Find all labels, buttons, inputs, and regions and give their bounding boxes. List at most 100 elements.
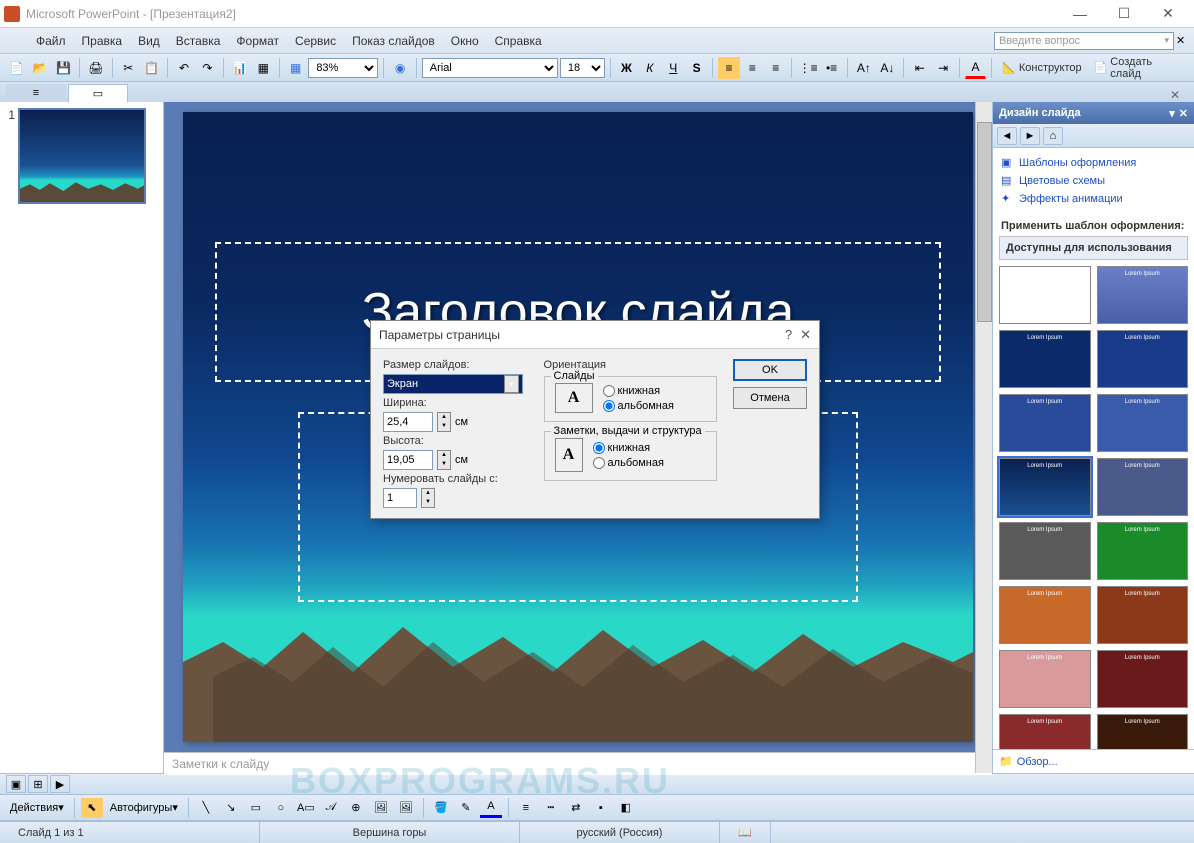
- italic-button[interactable]: К: [639, 57, 660, 79]
- 3d-style-button[interactable]: ◧: [615, 798, 637, 818]
- height-input[interactable]: [383, 450, 433, 470]
- height-spinner[interactable]: ▲▼: [437, 450, 451, 470]
- templates-link[interactable]: ▣Шаблоны оформления: [1001, 154, 1186, 172]
- increase-font-button[interactable]: A↑: [853, 57, 874, 79]
- template-thumb[interactable]: Lorem Ipsum: [999, 394, 1091, 452]
- menu-help[interactable]: Справка: [487, 31, 550, 51]
- slideshow-view-button[interactable]: ▶: [50, 775, 70, 793]
- slides-portrait-radio[interactable]: книжная: [603, 385, 674, 397]
- number-from-input[interactable]: [383, 488, 417, 508]
- clipart-button[interactable]: 🖼: [370, 798, 392, 818]
- template-thumb[interactable]: Lorem Ipsum: [1097, 394, 1189, 452]
- minimize-button[interactable]: —: [1058, 0, 1102, 28]
- sorter-view-button[interactable]: ⊞: [28, 775, 48, 793]
- line-style-button[interactable]: ≡: [515, 798, 537, 818]
- task-home-button[interactable]: ⌂: [1043, 127, 1063, 145]
- grid-button[interactable]: ▦: [285, 57, 306, 79]
- size-select[interactable]: Экран ▾: [383, 374, 523, 394]
- bullets-button[interactable]: •≡: [821, 57, 842, 79]
- picture-button[interactable]: 🖼: [395, 798, 417, 818]
- template-thumb[interactable]: Lorem Ipsum: [999, 586, 1091, 644]
- slide-thumbnail-1[interactable]: [18, 108, 146, 204]
- print-button[interactable]: 🖨: [85, 57, 106, 79]
- color-schemes-link[interactable]: ▤Цветовые схемы: [1001, 172, 1186, 190]
- arrow-style-button[interactable]: ⇄: [565, 798, 587, 818]
- vertical-scrollbar[interactable]: [975, 102, 992, 773]
- autoshapes-button[interactable]: Автофигуры ▾: [106, 801, 182, 814]
- tab-close[interactable]: ✕: [1170, 88, 1188, 102]
- menu-file[interactable]: Файл: [28, 31, 74, 51]
- rectangle-button[interactable]: ▭: [245, 798, 267, 818]
- dialog-close-button[interactable]: ✕: [800, 327, 811, 343]
- task-dropdown-icon[interactable]: ▾: [1169, 107, 1175, 120]
- template-thumb[interactable]: Lorem Ipsum: [1097, 458, 1189, 516]
- close-button[interactable]: ✕: [1146, 0, 1190, 28]
- oval-button[interactable]: ○: [270, 798, 292, 818]
- ok-button[interactable]: OK: [733, 359, 807, 381]
- align-right-button[interactable]: ≡: [765, 57, 786, 79]
- menu-format[interactable]: Формат: [228, 31, 287, 51]
- align-center-button[interactable]: ≡: [742, 57, 763, 79]
- shadow-button[interactable]: S: [686, 57, 707, 79]
- numbering-button[interactable]: ⋮≡: [797, 57, 818, 79]
- outline-tab[interactable]: ≡: [6, 84, 66, 102]
- maximize-button[interactable]: ☐: [1102, 0, 1146, 28]
- help-search-box[interactable]: Введите вопрос ▾: [994, 32, 1174, 50]
- fill-color-button[interactable]: 🪣: [430, 798, 452, 818]
- template-thumb[interactable]: Lorem Ipsum: [1097, 522, 1189, 580]
- shadow-style-button[interactable]: ▪: [590, 798, 612, 818]
- textbox-button[interactable]: A▭: [295, 798, 317, 818]
- save-button[interactable]: 💾: [53, 57, 74, 79]
- template-thumb[interactable]: Lorem Ipsum: [1097, 714, 1189, 749]
- dialog-help-button[interactable]: ?: [785, 327, 792, 343]
- width-input[interactable]: [383, 412, 433, 432]
- select-button[interactable]: ⬉: [81, 798, 103, 818]
- actions-button[interactable]: Действия ▾: [6, 801, 68, 814]
- table-button[interactable]: ▦: [253, 57, 274, 79]
- underline-button[interactable]: Ч: [662, 57, 683, 79]
- new-slide-button[interactable]: 📄 Создать слайд: [1089, 57, 1188, 79]
- task-back-button[interactable]: ◄: [997, 127, 1017, 145]
- undo-button[interactable]: ↶: [173, 57, 194, 79]
- animation-link[interactable]: ✦Эффекты анимации: [1001, 190, 1186, 208]
- template-thumb[interactable]: Lorem Ipsum: [1097, 266, 1189, 324]
- template-thumb[interactable]: Lorem Ipsum: [999, 714, 1091, 749]
- notes-area[interactable]: Заметки к слайду: [164, 752, 992, 775]
- increase-indent-button[interactable]: ⇥: [932, 57, 953, 79]
- menu-view[interactable]: Вид: [130, 31, 168, 51]
- width-spinner[interactable]: ▲▼: [437, 412, 451, 432]
- cancel-button[interactable]: Отмена: [733, 387, 807, 409]
- decrease-font-button[interactable]: A↓: [877, 57, 898, 79]
- help-box-close[interactable]: ✕: [1176, 34, 1190, 47]
- template-thumb[interactable]: Lorem Ipsum: [999, 522, 1091, 580]
- template-thumb[interactable]: Lorem Ipsum: [1097, 586, 1189, 644]
- menu-slideshow[interactable]: Показ слайдов: [344, 31, 443, 51]
- font-select[interactable]: Arial: [422, 58, 558, 78]
- designer-button[interactable]: 📐 Конструктор: [997, 57, 1086, 79]
- menu-window[interactable]: Окно: [443, 31, 487, 51]
- slides-tab[interactable]: ▭: [68, 84, 128, 102]
- normal-view-button[interactable]: ▣: [6, 775, 26, 793]
- status-icon[interactable]: 📖: [720, 822, 771, 843]
- dialog-title-bar[interactable]: Параметры страницы ? ✕: [371, 321, 819, 349]
- arrow-button[interactable]: ↘: [220, 798, 242, 818]
- line-color-button[interactable]: ✎: [455, 798, 477, 818]
- wordart-button[interactable]: 𝒜: [320, 798, 342, 818]
- chart-button[interactable]: 📊: [229, 57, 250, 79]
- line-button[interactable]: ╲: [195, 798, 217, 818]
- bold-button[interactable]: Ж: [616, 57, 637, 79]
- diagram-button[interactable]: ⊕: [345, 798, 367, 818]
- menu-insert[interactable]: Вставка: [168, 31, 229, 51]
- help-button[interactable]: ◉: [389, 57, 410, 79]
- paste-button[interactable]: 📋: [141, 57, 162, 79]
- zoom-select[interactable]: 83%: [308, 58, 378, 78]
- open-button[interactable]: 📂: [29, 57, 50, 79]
- task-forward-button[interactable]: ►: [1020, 127, 1040, 145]
- template-thumb[interactable]: Lorem Ipsum: [1097, 650, 1189, 708]
- cut-button[interactable]: ✂: [118, 57, 139, 79]
- notes-portrait-radio[interactable]: книжная: [593, 442, 664, 454]
- menu-edit[interactable]: Правка: [74, 31, 131, 51]
- number-spinner[interactable]: ▲▼: [421, 488, 435, 508]
- menu-icon[interactable]: [4, 32, 24, 50]
- template-thumb[interactable]: [999, 266, 1091, 324]
